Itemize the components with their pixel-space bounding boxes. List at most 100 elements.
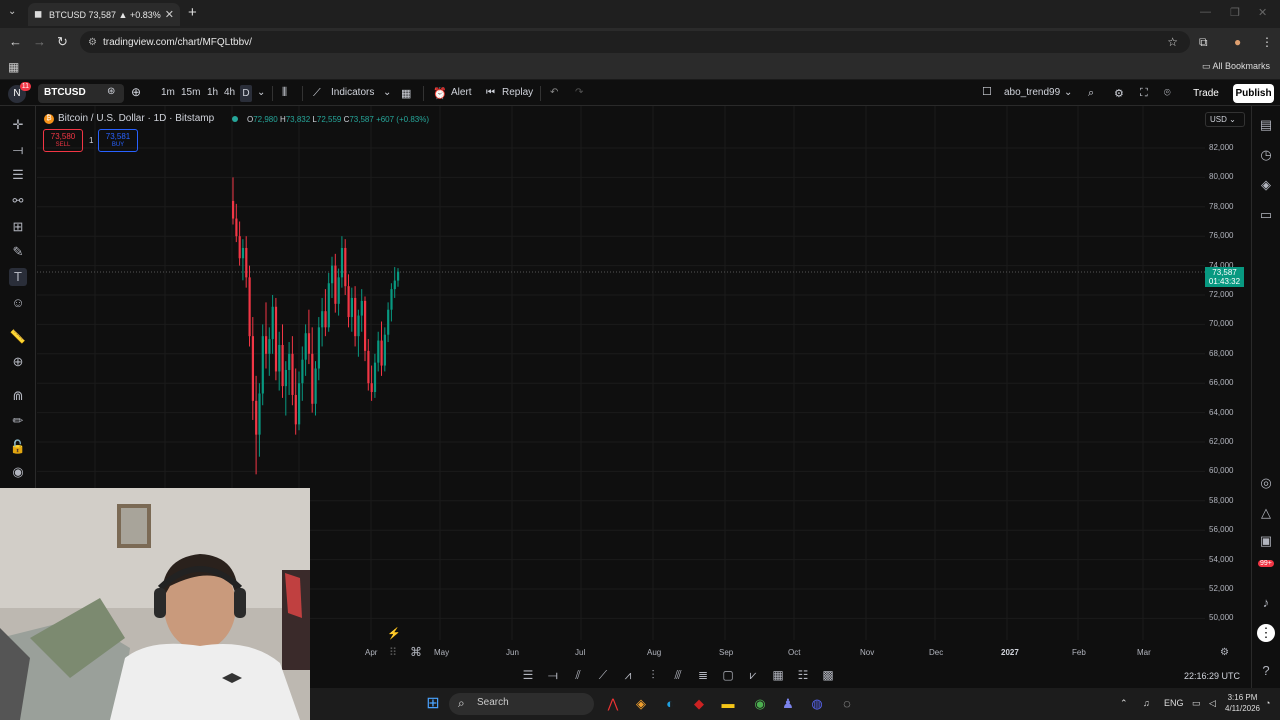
redo-icon[interactable]: ↷ — [575, 87, 583, 98]
reload-icon[interactable]: ↻ — [57, 34, 68, 50]
minimize-icon[interactable]: — — [1200, 6, 1211, 18]
close-window-icon[interactable]: ✕ — [1258, 6, 1267, 19]
back-icon[interactable]: ← — [9, 34, 22, 49]
extensions-icon[interactable]: ⧉ — [1199, 35, 1208, 50]
tf-4h[interactable]: 4h — [224, 87, 235, 98]
indicators-icon[interactable]: ⟋ — [313, 87, 321, 100]
browser-menu-icon[interactable]: ⋮ — [1261, 35, 1273, 49]
calendar-icon[interactable]: ▣ — [1257, 532, 1275, 550]
gann-icon[interactable]: ▦ — [770, 666, 786, 684]
new-tab-icon[interactable]: + — [188, 4, 197, 21]
layout-name[interactable]: abo_trend99 — [1004, 87, 1060, 98]
candle-style-icon[interactable]: ⫴ — [282, 85, 287, 100]
discord-icon[interactable]: ◍ — [808, 695, 826, 713]
all-bookmarks-button[interactable]: ▭ All Bookmarks — [1202, 61, 1270, 72]
chat-icon[interactable]: ▭ — [1257, 206, 1275, 224]
windows-start-icon[interactable]: ⊞ — [424, 695, 442, 713]
forward-icon[interactable]: → — [33, 34, 46, 49]
magnet-icon[interactable]: ⋒ — [9, 387, 27, 405]
app-icon-circle[interactable]: ◌ — [838, 695, 856, 713]
maximize-icon[interactable]: ❐ — [1230, 6, 1240, 19]
rectangle-icon[interactable]: ▢ — [720, 666, 736, 684]
teams-icon[interactable]: ♟ — [779, 695, 797, 713]
zoom-in-icon[interactable]: ⊕ — [9, 353, 27, 371]
parallel-channel-icon[interactable]: ⫻ — [670, 666, 686, 684]
fib-retracement-icon[interactable]: ☰ — [9, 166, 27, 184]
forecast-icon[interactable]: ⊞ — [9, 218, 27, 236]
pattern-icon[interactable]: ⚯ — [9, 192, 27, 210]
emoji-icon[interactable]: ☺ — [9, 294, 27, 312]
alert-button[interactable]: Alert — [451, 87, 472, 98]
language-indicator[interactable]: ENG — [1164, 698, 1184, 708]
templates-icon[interactable]: ▦ — [401, 87, 411, 100]
visibility-eye-icon[interactable]: ◉ — [9, 463, 27, 481]
notification-center-icon[interactable]: ◔ — [1265, 698, 1270, 708]
tray-chevron-icon[interactable]: ⌃ — [1120, 698, 1128, 709]
indicators-dropdown-icon[interactable]: ⌄ — [383, 87, 391, 98]
brush-icon[interactable]: ✎ — [9, 243, 27, 261]
lock-icon[interactable]: 🔓 — [9, 438, 27, 456]
copilot-icon[interactable]: ◈ — [632, 695, 650, 713]
mic-icon[interactable]: ♫ — [1143, 698, 1150, 708]
tf-d[interactable]: D — [240, 85, 252, 102]
layers-icon[interactable]: ◈ — [1257, 176, 1275, 194]
buy-button[interactable]: 73,581 BUY — [98, 129, 138, 152]
alerts-clock-icon[interactable]: ◷ — [1257, 146, 1275, 164]
quick-search-icon[interactable]: ⌕ — [1088, 87, 1094, 100]
fullscreen-icon[interactable]: ⛶ — [1140, 87, 1148, 100]
horizontal-lines-icon[interactable]: ☰ — [520, 666, 536, 684]
ruler-icon[interactable]: 📏 — [9, 328, 27, 346]
alert-icon[interactable]: ⏰ — [433, 87, 447, 100]
replay-icon[interactable]: ⏮ — [486, 87, 495, 98]
ideas-icon[interactable]: △ — [1257, 504, 1275, 522]
lock-drawing-icon[interactable]: ✏ — [9, 412, 27, 430]
ray-icon[interactable]: ⟋ — [595, 666, 611, 684]
path-icon[interactable]: ⩘ — [620, 666, 636, 684]
fib-channel-icon[interactable]: ☷ — [795, 666, 811, 684]
channel-icon[interactable]: ⫶ — [645, 666, 661, 684]
replay-button[interactable]: Replay — [502, 87, 533, 98]
display-icon[interactable]: ▭ — [1192, 698, 1201, 709]
edge-icon[interactable]: ◐ — [661, 695, 679, 713]
currency-select[interactable]: USD ⌄ — [1205, 112, 1245, 127]
user-avatar[interactable]: N 11 — [8, 82, 31, 103]
app-icon-red[interactable]: ⋀ — [604, 695, 622, 713]
polyline-icon[interactable]: ⩗ — [745, 666, 761, 684]
layout-grid-icon[interactable]: ⌘ — [410, 645, 422, 659]
watch-icon[interactable]: ⊛ — [107, 86, 115, 97]
site-info-icon[interactable]: ⚙ — [88, 37, 97, 48]
chart-settings-icon[interactable]: ⚙ — [1220, 647, 1229, 658]
publish-button[interactable]: Publish — [1233, 84, 1274, 103]
chrome-icon[interactable]: ◉ — [751, 695, 769, 713]
drag-handle-icon[interactable]: ⠿ — [389, 646, 397, 659]
timeframe-dropdown-icon[interactable]: ⌄ — [257, 87, 265, 98]
layout-icon[interactable]: ☐ — [982, 85, 992, 98]
tf-1m[interactable]: 1m — [161, 87, 175, 98]
sell-button[interactable]: 73,580 SELL — [43, 129, 83, 152]
snapshot-camera-icon[interactable]: ⌾ — [1164, 87, 1171, 100]
bookmark-star-icon[interactable]: ☆ — [1167, 35, 1178, 49]
undo-icon[interactable]: ↶ — [550, 87, 558, 98]
target-icon[interactable]: ◎ — [1257, 474, 1275, 492]
file-explorer-icon[interactable]: ▬ — [719, 695, 737, 713]
text-tool-icon[interactable]: T — [9, 268, 27, 286]
app-icon-dark-red[interactable]: ◆ — [690, 695, 708, 713]
compare-add-icon[interactable]: ⊕ — [131, 85, 141, 99]
indicators-button[interactable]: Indicators — [331, 87, 374, 98]
tf-15m[interactable]: 15m — [181, 87, 200, 98]
watchlist-icon[interactable]: ▤ — [1257, 116, 1275, 134]
crosshair-icon[interactable]: ✛ — [9, 116, 27, 134]
tf-1h[interactable]: 1h — [207, 87, 218, 98]
apps-grid-icon[interactable]: ⋮ — [1257, 624, 1275, 642]
horizontal-ray-icon[interactable]: ⟞ — [545, 666, 561, 684]
trend-line-icon[interactable]: ⟞ — [9, 141, 27, 159]
apps-grid-icon[interactable]: ▦ — [8, 60, 19, 74]
trade-button[interactable]: Trade — [1188, 84, 1224, 103]
tab-search-icon[interactable]: ⌄ — [8, 6, 16, 17]
close-tab-icon[interactable]: ✕ — [165, 8, 174, 21]
lightning-event-icon[interactable]: ⚡ — [387, 627, 401, 640]
bell-icon[interactable]: ♪ — [1257, 594, 1275, 612]
utc-clock[interactable]: 22:16:29 UTC — [1184, 671, 1240, 681]
gann-fan-icon[interactable]: ▩ — [820, 666, 836, 684]
help-icon[interactable]: ? — [1257, 662, 1275, 680]
